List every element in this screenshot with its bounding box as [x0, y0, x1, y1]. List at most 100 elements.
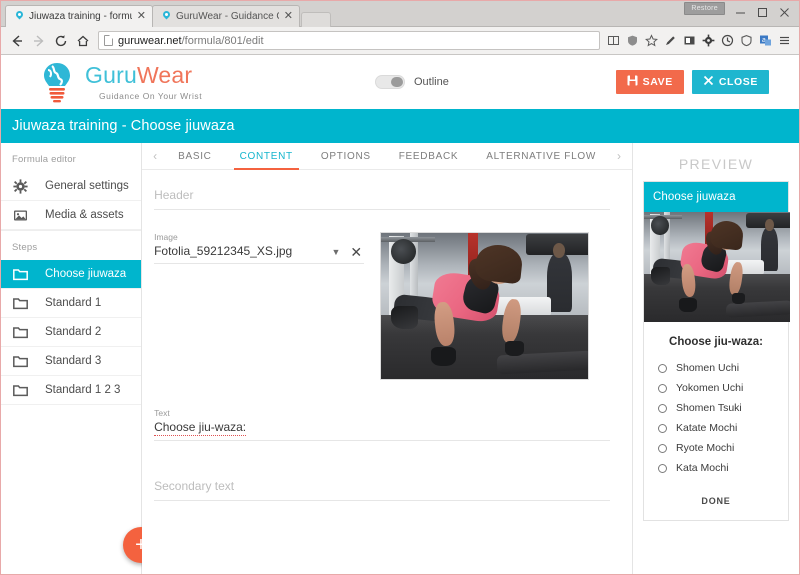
close-x-icon: [703, 75, 714, 89]
sidebar-item-standard-1[interactable]: Standard 1: [1, 289, 142, 318]
preview-card-header: Choose jiuwaza: [644, 182, 788, 212]
sidebar-step-label: Standard 2: [45, 326, 102, 338]
preview-option-label: Yokomen Uchi: [676, 382, 744, 394]
sidebar-item-media-assets[interactable]: Media & assets: [1, 201, 142, 230]
logo-tagline: Guidance On Your Wrist: [99, 90, 203, 101]
browser-tab-1-close-icon[interactable]: ✕: [137, 11, 146, 22]
secondary-text-field[interactable]: Secondary text: [154, 479, 610, 501]
reader-icon[interactable]: [604, 30, 623, 52]
tab-alternative-flow[interactable]: ALTERNATIVE FLOW: [472, 143, 610, 170]
window-controls: [729, 1, 795, 23]
preview-panel: PREVIEW Choose jiuwaza Choose jiu-waza: …: [633, 143, 799, 574]
forward-arrow-icon: [28, 30, 50, 52]
sidebar: Formula editor General settings Media & …: [1, 143, 159, 574]
browser-tab-2-close-icon[interactable]: ✕: [284, 11, 293, 22]
folder-icon: [12, 295, 29, 312]
tab-feedback[interactable]: FEEDBACK: [385, 143, 473, 170]
text-field[interactable]: Text Choose jiu-waza:: [154, 408, 610, 441]
chevron-left-icon[interactable]: ‹: [146, 149, 164, 163]
tab-content[interactable]: CONTENT: [226, 143, 307, 170]
save-button[interactable]: SAVE: [615, 70, 684, 94]
toggle-knob: [391, 77, 403, 87]
image-row: Image Fotolia_59212345_XS.jpg ▼ ✕: [154, 232, 610, 380]
gear-icon[interactable]: [699, 30, 718, 52]
folder-icon: [12, 382, 29, 399]
preview-done-button[interactable]: DONE: [644, 478, 788, 520]
page-icon: [104, 35, 113, 46]
app-logo[interactable]: GuruWear Guidance On Your Wrist: [39, 61, 202, 103]
browser-extension-icons: a: [604, 30, 794, 52]
clock-icon[interactable]: [718, 30, 737, 52]
folder-icon: [12, 266, 29, 283]
close-button-label: CLOSE: [718, 76, 758, 88]
image-file-name: Fotolia_59212345_XS.jpg: [154, 244, 293, 258]
close-icon[interactable]: [773, 1, 795, 23]
sidebar-section-formula-editor: Formula editor: [12, 154, 77, 165]
menu-icon[interactable]: [775, 30, 794, 52]
page-title: Jiuwaza training - Choose jiuwaza: [12, 118, 235, 134]
browser-window: Jiuwaza training - formula ✕ GuruWear - …: [0, 0, 800, 575]
image-thumbnail[interactable]: [380, 232, 590, 380]
chevron-right-icon[interactable]: ›: [610, 149, 628, 163]
tab-basic[interactable]: BASIC: [164, 143, 226, 170]
screenshot-icon[interactable]: [680, 30, 699, 52]
radio-icon[interactable]: [658, 443, 667, 453]
maximize-icon[interactable]: [751, 1, 773, 23]
sidebar-item-choose-jiuwaza[interactable]: Choose jiuwaza: [1, 260, 142, 289]
outline-toggle-group[interactable]: Outline: [375, 75, 449, 89]
page-title-bar: Jiuwaza training - Choose jiuwaza: [1, 109, 799, 143]
radio-icon[interactable]: [658, 383, 667, 393]
radio-icon[interactable]: [658, 363, 667, 373]
sidebar-item-standard-3[interactable]: Standard 3: [1, 347, 142, 376]
app-header: GuruWear Guidance On Your Wrist Outline …: [1, 55, 799, 109]
sidebar-step-label: Standard 3: [45, 355, 102, 367]
bookmark-star-icon[interactable]: [642, 30, 661, 52]
browser-tab-2-title: GuruWear - Guidance On: [176, 11, 279, 22]
preview-option-katate-mochi[interactable]: Katate Mochi: [644, 418, 788, 438]
gear-icon: [12, 178, 29, 195]
sidebar-item-label: Media & assets: [45, 209, 124, 221]
image-select[interactable]: Fotolia_59212345_XS.jpg ▼ ✕: [154, 244, 365, 264]
preview-option-shomen-uchi[interactable]: Shomen Uchi: [644, 358, 788, 378]
address-bar[interactable]: guruwear.net/formula/801/edit: [98, 31, 600, 50]
sidebar-section-steps: Steps: [1, 230, 142, 260]
sidebar-step-label: Choose jiuwaza: [45, 268, 127, 280]
pin-icon: [14, 11, 25, 22]
radio-icon[interactable]: [658, 403, 667, 413]
logo-word-guru: Guru: [85, 61, 137, 88]
shield-icon[interactable]: [623, 30, 642, 52]
pencil-icon[interactable]: [661, 30, 680, 52]
app-logo-text: GuruWear Guidance On Your Wrist: [85, 61, 203, 101]
preview-card: Choose jiuwaza Choose jiu-waza: Shomen U…: [643, 181, 790, 521]
folder-icon: [12, 353, 29, 370]
translate-icon[interactable]: a: [756, 30, 775, 52]
sidebar-step-label: Standard 1 2 3: [45, 384, 121, 396]
preview-option-label: Shomen Tsuki: [676, 402, 742, 414]
preview-option-shomen-tsuki[interactable]: Shomen Tsuki: [644, 398, 788, 418]
radio-icon[interactable]: [658, 423, 667, 433]
outline-toggle-switch[interactable]: [375, 75, 405, 89]
save-button-label: SAVE: [642, 76, 673, 88]
pin-icon: [161, 11, 172, 22]
sidebar-item-standard-123[interactable]: Standard 1 2 3: [1, 376, 142, 405]
header-field[interactable]: Header: [154, 188, 610, 210]
reload-icon[interactable]: [50, 30, 72, 52]
clear-x-icon[interactable]: ✕: [346, 245, 364, 263]
home-icon[interactable]: [72, 30, 94, 52]
caret-down-icon[interactable]: ▼: [331, 247, 346, 263]
close-button[interactable]: CLOSE: [691, 70, 769, 94]
preview-question: Choose jiu-waza:: [669, 336, 763, 348]
browser-tab-2[interactable]: GuruWear - Guidance On ✕: [152, 5, 300, 27]
new-tab-button[interactable]: [301, 12, 331, 27]
minimize-icon[interactable]: [729, 1, 751, 23]
tab-options[interactable]: OPTIONS: [307, 143, 385, 170]
radio-icon[interactable]: [658, 463, 667, 473]
preview-option-yokomen-uchi[interactable]: Yokomen Uchi: [644, 378, 788, 398]
browser-tab-1[interactable]: Jiuwaza training - formula ✕: [5, 5, 153, 27]
security-shield-icon[interactable]: [737, 30, 756, 52]
sidebar-item-standard-2[interactable]: Standard 2: [1, 318, 142, 347]
preview-option-kata-mochi[interactable]: Kata Mochi: [644, 458, 788, 478]
preview-option-ryote-mochi[interactable]: Ryote Mochi: [644, 438, 788, 458]
back-arrow-icon[interactable]: [6, 30, 28, 52]
sidebar-item-general-settings[interactable]: General settings: [1, 172, 142, 201]
